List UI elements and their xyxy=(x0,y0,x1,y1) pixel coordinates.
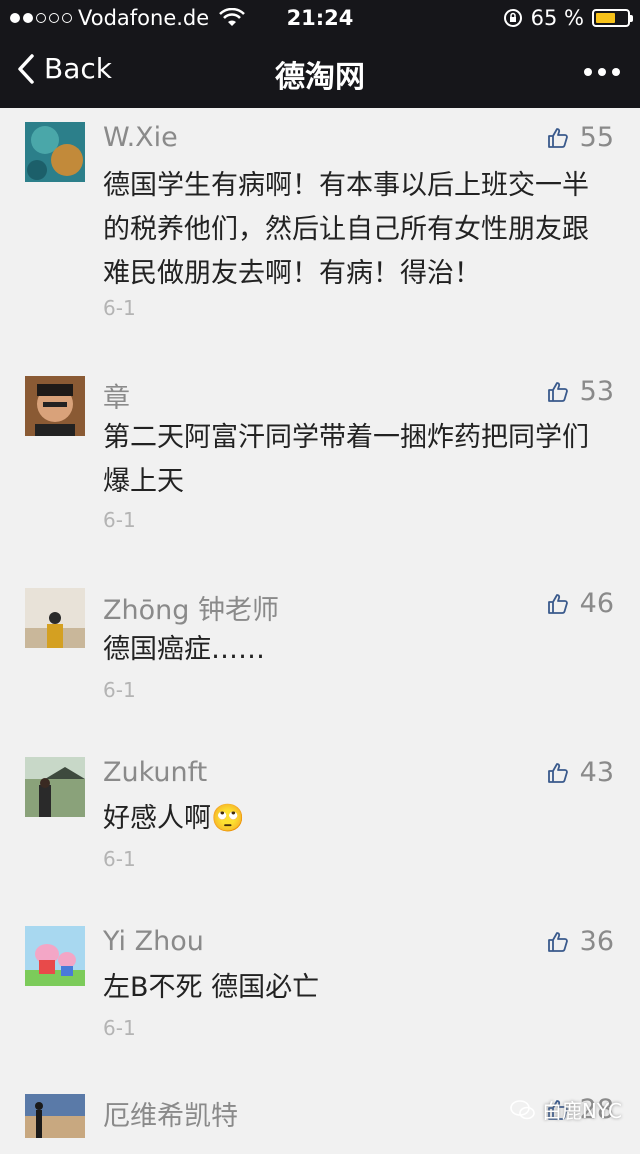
comment-date: 6-1 xyxy=(103,678,136,702)
like-button[interactable]: 53 xyxy=(546,376,614,407)
status-right: 65 % xyxy=(503,6,633,30)
thumbs-up-icon xyxy=(547,931,568,952)
page-title: 德淘网 xyxy=(275,60,365,95)
avatar[interactable] xyxy=(25,588,85,648)
comment-text: 左B不死 德国必亡 xyxy=(103,972,320,1003)
more-options-button[interactable] xyxy=(584,68,620,76)
navigation-bar: Back 德淘网 xyxy=(0,36,640,108)
avatar[interactable] xyxy=(25,757,85,817)
like-button[interactable]: 46 xyxy=(546,588,614,619)
avatar[interactable] xyxy=(25,1094,85,1154)
thumbs-up-icon xyxy=(547,762,568,783)
like-button[interactable]: 36 xyxy=(546,926,614,957)
like-count: 53 xyxy=(579,376,614,407)
like-count: 46 xyxy=(579,588,614,619)
thumbs-up-icon xyxy=(547,593,568,614)
battery-icon xyxy=(592,9,633,27)
comment-date: 6-1 xyxy=(103,508,136,532)
like-count: 36 xyxy=(579,926,614,957)
more-dots-icon xyxy=(584,68,592,76)
commenter-name[interactable]: Zukunft xyxy=(103,757,207,788)
avatar[interactable] xyxy=(25,926,85,986)
commenter-name[interactable]: 章 xyxy=(103,376,130,415)
watermark: 白鹿NYC xyxy=(510,1095,622,1124)
rotation-lock-icon xyxy=(503,9,522,27)
thumbs-up-icon xyxy=(547,381,568,402)
comment-date: 6-1 xyxy=(103,847,136,871)
watermark-text: 白鹿NYC xyxy=(541,1099,622,1123)
wechat-logo-icon xyxy=(510,1099,535,1119)
comment-text: 德国学生有病啊！有本事以后上班交一半的税养他们，然后让自己所有女性朋友跟难民做朋… xyxy=(103,170,589,289)
commenter-name[interactable]: 厄维希凯特 xyxy=(103,1094,238,1133)
like-count: 55 xyxy=(579,122,614,153)
like-button[interactable]: 55 xyxy=(546,122,614,153)
comment-text: 好感人啊🙄 xyxy=(103,803,245,834)
like-count: 43 xyxy=(579,757,614,788)
comment-text: 第二天阿富汗同学带着一捆炸药把同学们爆上天 xyxy=(103,422,589,497)
comment-date: 6-1 xyxy=(103,296,136,320)
like-button[interactable]: 43 xyxy=(546,757,614,788)
commenter-name[interactable]: Yi Zhou xyxy=(103,926,204,957)
avatar[interactable] xyxy=(25,376,85,436)
commenter-name[interactable]: W.Xie xyxy=(103,122,178,153)
comment-text: 德国癌症…… xyxy=(103,634,265,665)
status-bar: Vodafone.de 21:24 65 % xyxy=(0,0,640,36)
avatar[interactable] xyxy=(25,122,85,182)
comment-date: 6-1 xyxy=(103,1016,136,1040)
thumbs-up-icon xyxy=(547,127,568,148)
commenter-name[interactable]: Zhōng 钟老师 xyxy=(103,588,279,627)
battery-percent: 65 % xyxy=(530,6,584,30)
